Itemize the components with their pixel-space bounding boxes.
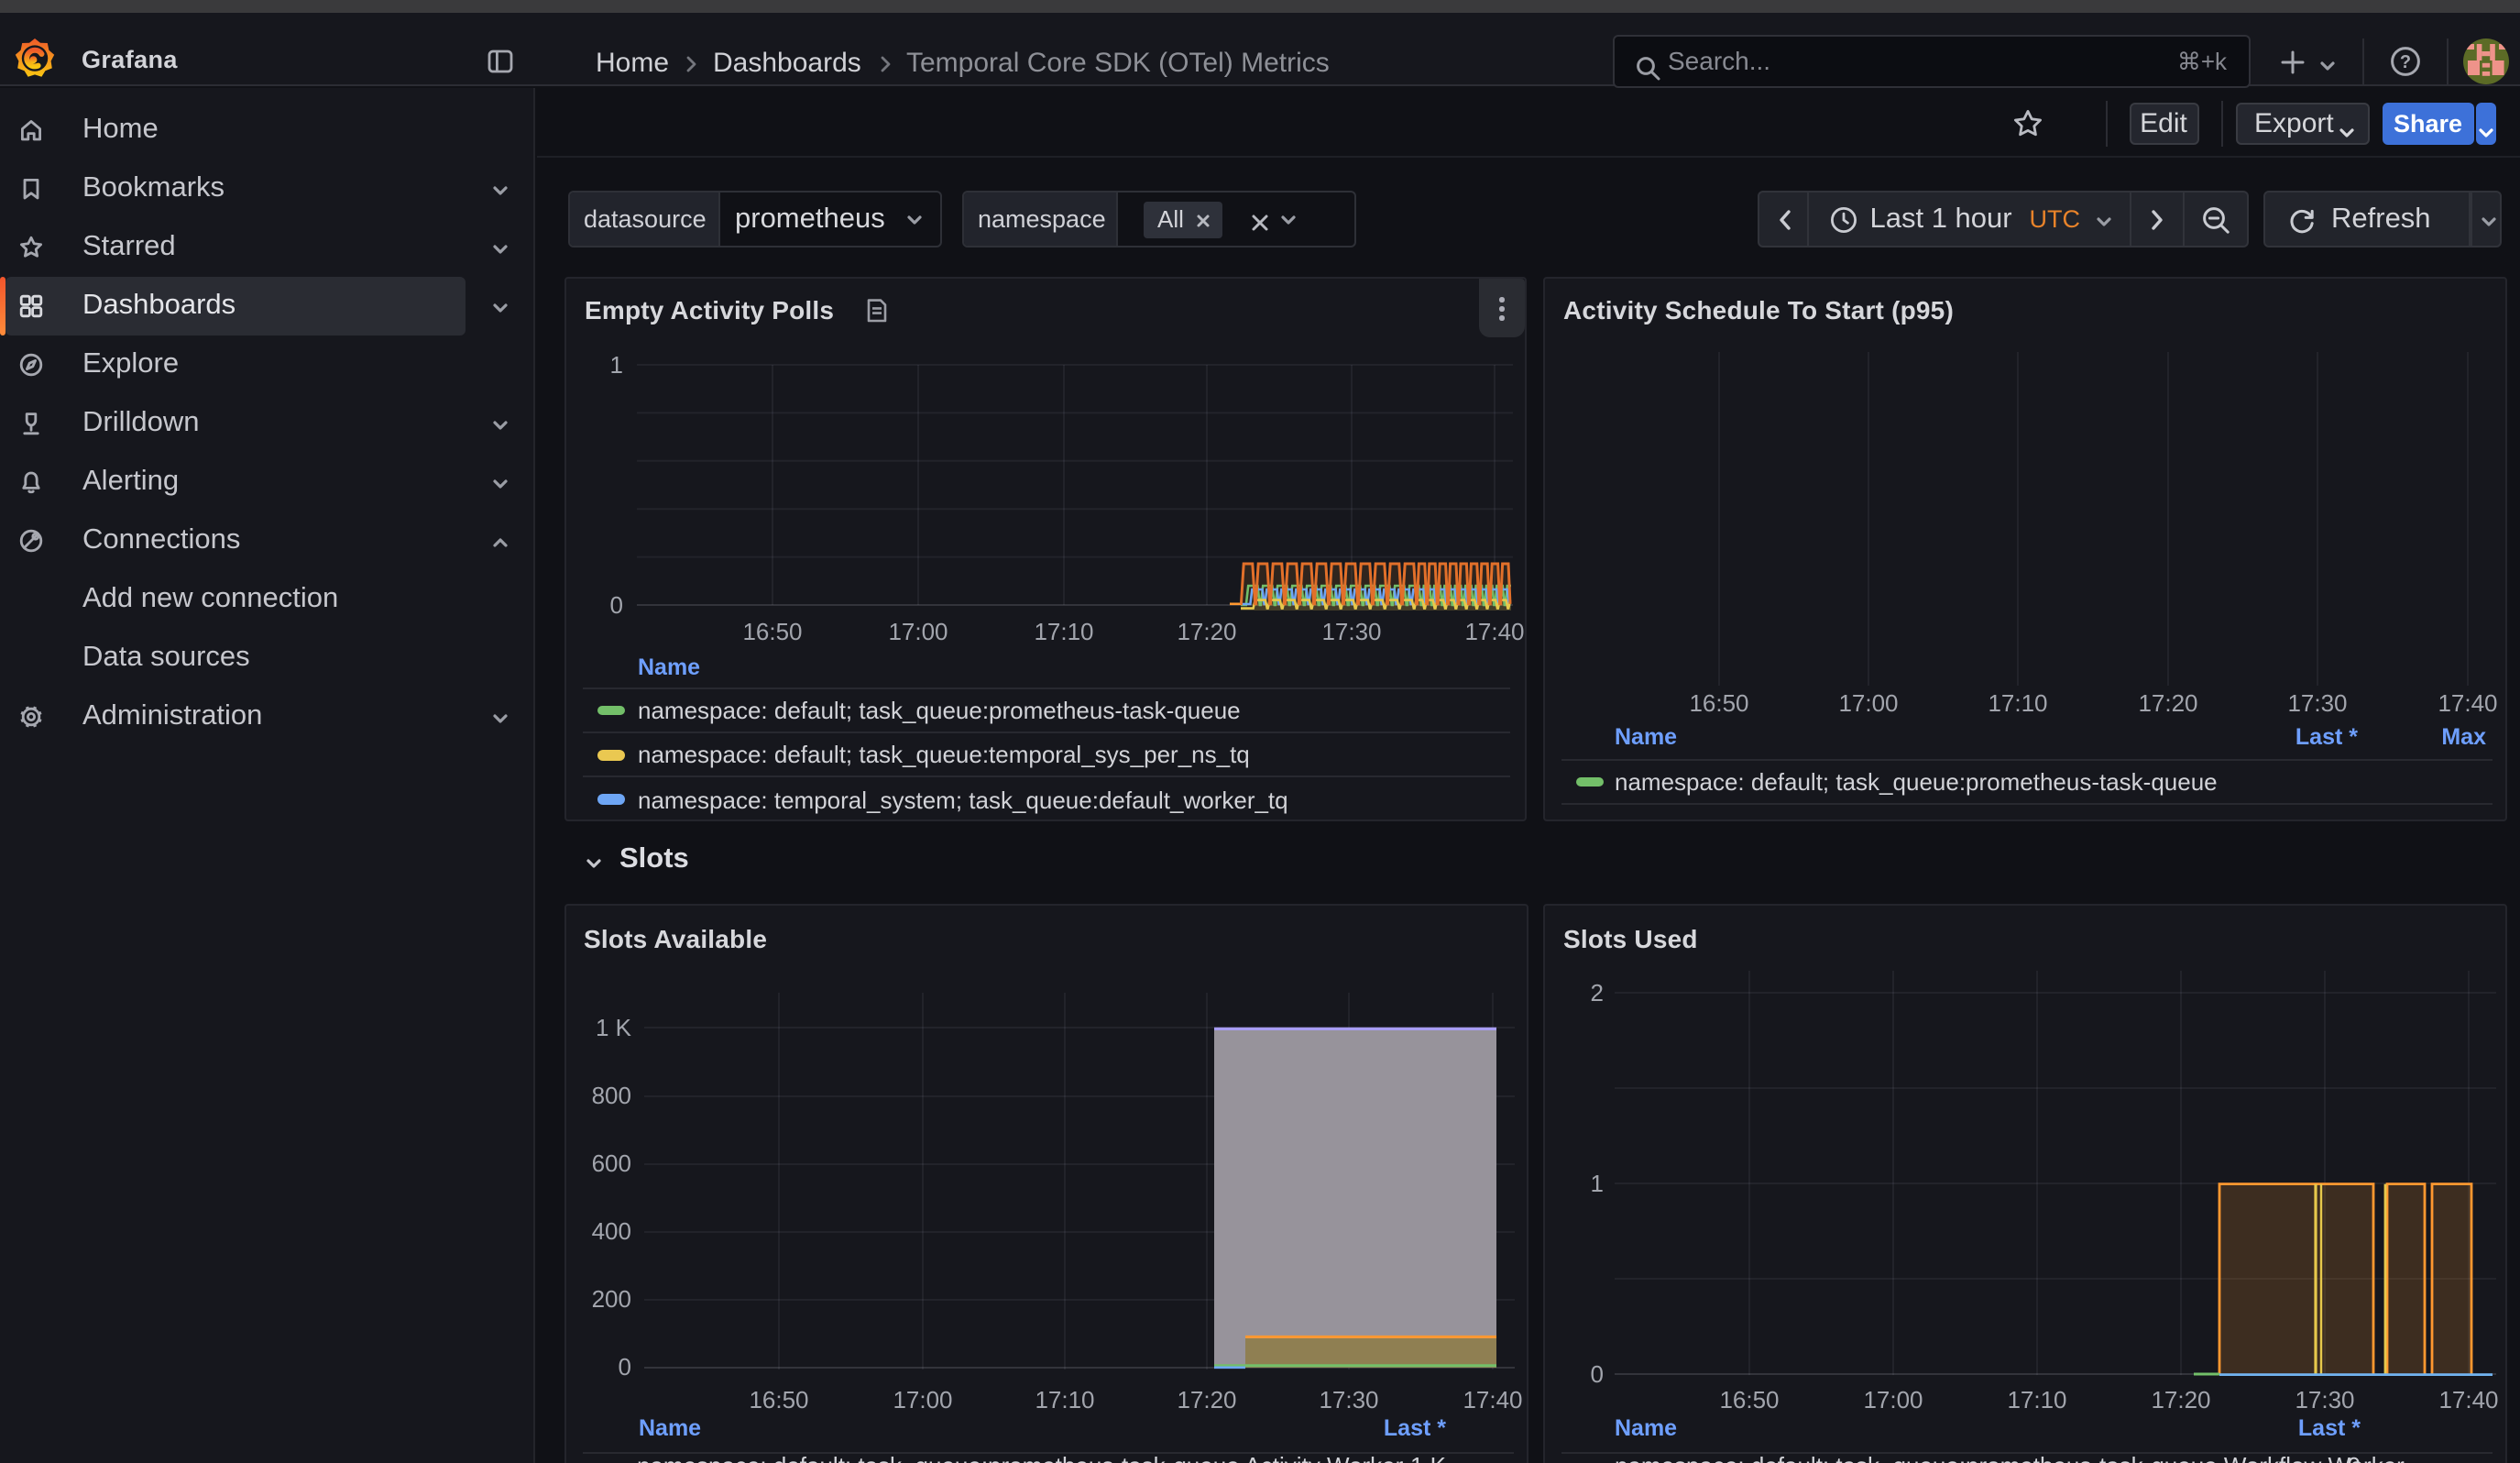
svg-text:16:50: 16:50 [1719,1385,1779,1413]
svg-text:17:10: 17:10 [1034,1385,1093,1413]
svg-text:17:30: 17:30 [1318,1385,1377,1413]
svg-text:16:50: 16:50 [1689,689,1748,717]
svg-text:17:20: 17:20 [2138,689,2197,717]
svg-text:17:20: 17:20 [1177,618,1236,645]
svg-text:17:30: 17:30 [2287,689,2347,717]
svg-text:16:50: 16:50 [742,618,802,645]
svg-text:16:50: 16:50 [748,1385,807,1413]
svg-text:1: 1 [610,351,623,379]
svg-text:17:00: 17:00 [1838,689,1898,717]
svg-text:?: ? [2400,52,2411,72]
svg-text:17:40: 17:40 [2438,1385,2498,1413]
svg-text:0: 0 [610,591,623,619]
svg-text:17:40: 17:40 [1462,1385,1521,1413]
svg-text:17:10: 17:10 [1034,618,1093,645]
svg-text:17:00: 17:00 [1863,1385,1923,1413]
svg-text:17:00: 17:00 [888,618,948,645]
svg-text:17:30: 17:30 [1321,618,1381,645]
svg-text:17:30: 17:30 [2295,1385,2354,1413]
svg-text:17:20: 17:20 [1176,1385,1235,1413]
svg-text:17:20: 17:20 [2151,1385,2210,1413]
svg-text:17:00: 17:00 [892,1385,951,1413]
svg-text:17:10: 17:10 [1988,689,2047,717]
svg-text:17:40: 17:40 [2438,689,2497,717]
svg-text:17:10: 17:10 [2007,1385,2066,1413]
svg-text:17:40: 17:40 [1464,618,1524,645]
